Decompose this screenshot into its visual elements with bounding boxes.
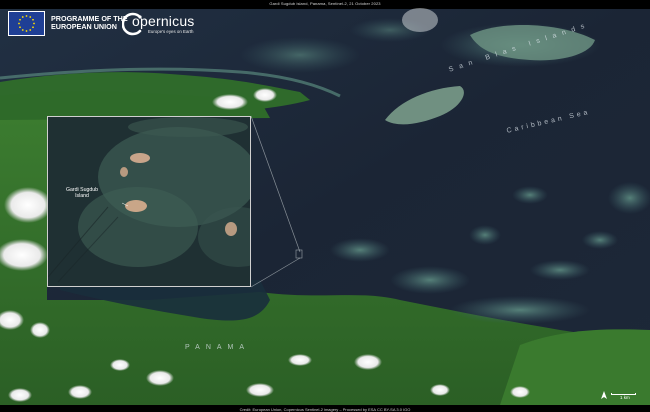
image-credit-caption: Credit: European Union, Copernicus Senti… [239,407,411,412]
cloud [110,359,130,371]
reef-right-edge [608,182,650,214]
eu-star [18,22,20,25]
reef-cluster-5 [582,231,618,249]
inset-shallow-2 [78,187,198,267]
eu-star [25,30,28,32]
scale-label: 1 km [620,395,630,400]
cloud [246,383,274,397]
eu-star [21,16,24,18]
cloud [354,354,382,370]
eu-star [25,15,28,17]
eu-star [29,16,32,18]
eu-star [32,26,34,29]
reef-cluster-6 [330,238,390,262]
eu-programme-text: PROGRAMME OF THE EUROPEAN UNION [51,15,128,31]
inset-zoom-panel [47,116,251,287]
cloud [212,94,248,110]
reef-top-centre [240,37,360,73]
inset-island-1 [130,153,150,163]
image-title-caption: Gardi Sugdub island, Panama, Sentinel-2,… [269,1,381,6]
eu-star [19,26,21,29]
reef-cluster-4 [390,266,470,294]
satellite-image-frame: Gardi Sugdub Island Gardi Sugdub island,… [0,0,650,412]
eu-stars-icon [18,15,35,32]
cloud [288,354,312,366]
cloud [68,385,92,399]
inset-reef-top [128,117,248,137]
country-label: PANAMA [185,344,251,351]
cloud [402,8,438,32]
reef-cluster-2 [469,225,501,245]
copernicus-wordmark: opernicus [132,13,195,29]
inset-island-gardi-sugdub [125,200,147,212]
eu-star [21,29,24,31]
inset-island-2 [120,167,128,177]
copernicus-tagline: Europe's eyes on Earth [148,29,194,34]
cloud [253,88,277,102]
eu-star [33,22,35,25]
inset-scene [48,117,250,286]
cloud [4,187,52,223]
eu-line2: EUROPEAN UNION [51,22,117,31]
eu-star [32,18,34,21]
reef-cluster-3 [530,260,590,280]
eu-flag-logo [8,11,45,36]
inset-island-label: Gardi Sugdub Island [66,187,98,199]
reef-cluster-1 [512,186,548,204]
cloud [146,370,174,386]
north-arrow-icon [601,391,607,402]
inset-label-line2: Island [75,193,89,199]
eu-star [29,29,32,31]
cloud [8,388,32,402]
cloud [430,384,450,396]
reef-near-coast [450,296,590,324]
cloud [510,386,530,398]
cloud [30,322,50,338]
eu-star [19,18,21,21]
inset-island-4 [225,222,237,236]
